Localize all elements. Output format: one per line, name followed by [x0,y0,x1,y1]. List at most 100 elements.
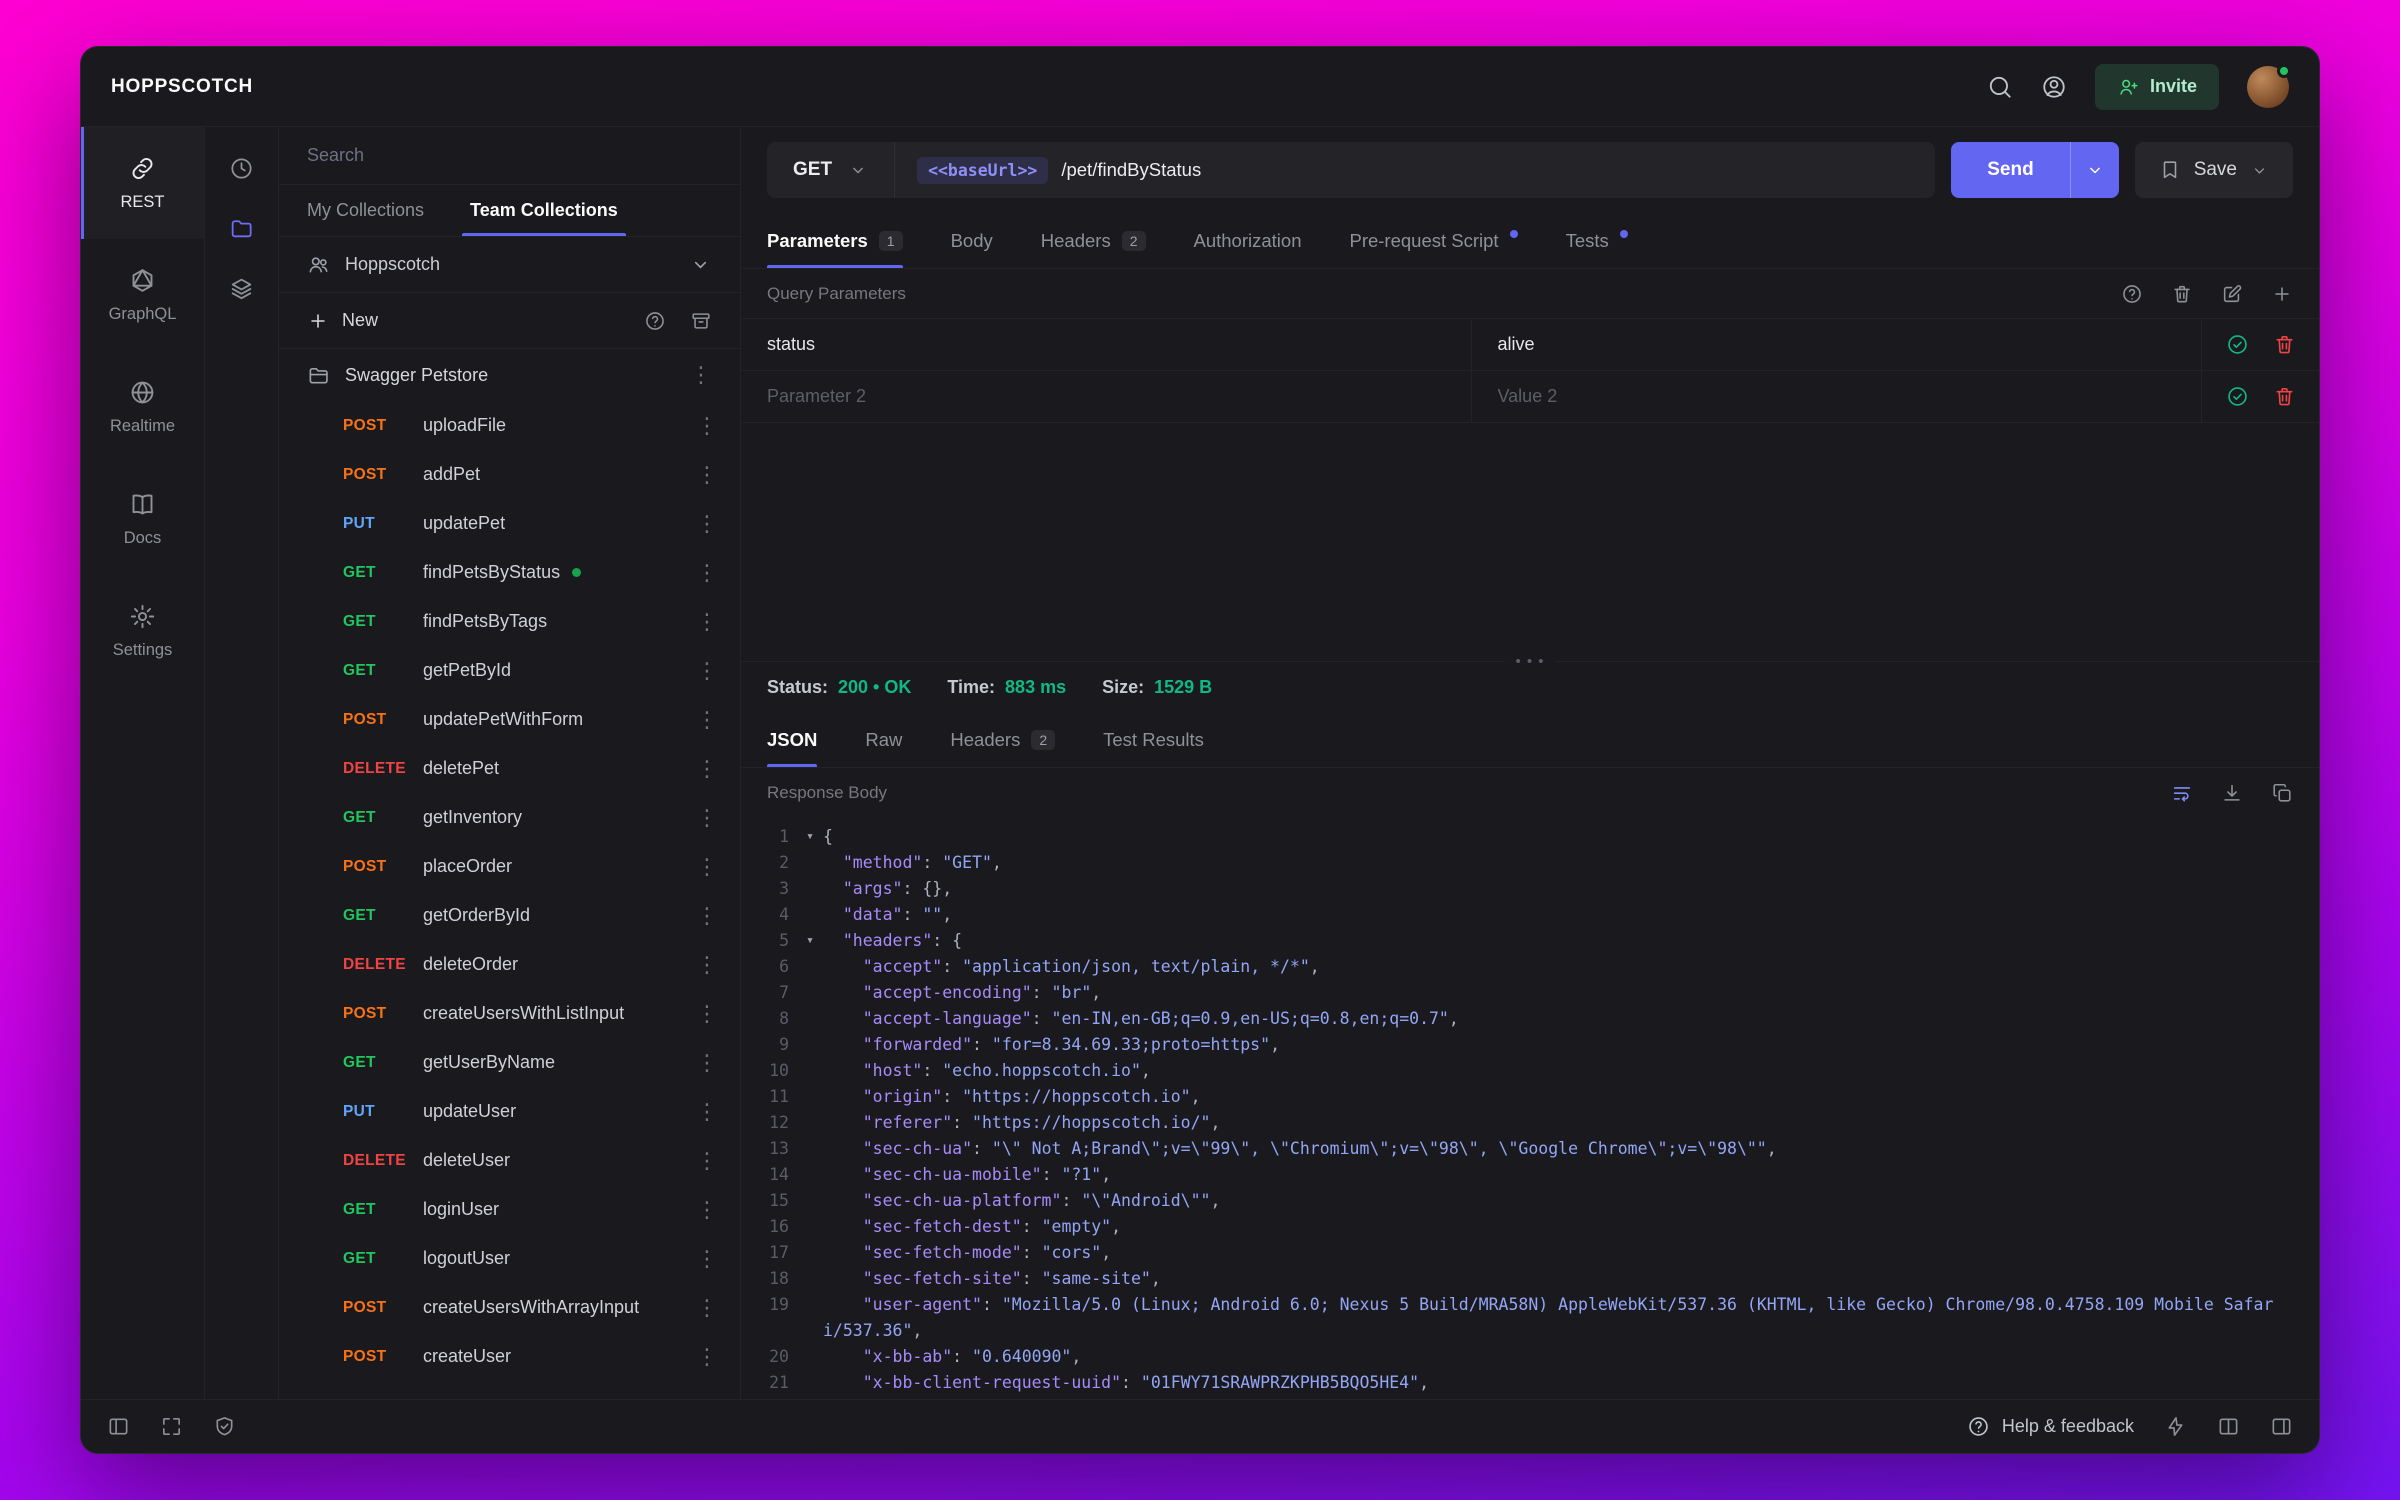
parameter-key-input[interactable] [767,334,1445,355]
request-item[interactable]: GET logoutUser [279,1234,740,1283]
expand-button[interactable] [160,1415,183,1438]
more-options-icon[interactable] [688,1346,726,1368]
more-options-icon[interactable] [682,364,720,386]
collection-folder[interactable]: Swagger Petstore [279,349,740,401]
invite-button[interactable]: Invite [2094,63,2219,110]
download-icon[interactable] [2221,782,2243,804]
base-url-chip[interactable]: <<baseUrl>> [917,156,1049,184]
request-item[interactable]: GET getUserByName [279,1038,740,1087]
delete-parameter-icon[interactable] [2273,385,2296,408]
more-options-icon[interactable] [688,1052,726,1074]
user-avatar[interactable] [2247,63,2291,108]
interceptor-button[interactable] [213,1415,236,1438]
toggle-parameter-icon[interactable] [2226,333,2249,356]
nav-item-docs[interactable]: Docs [81,463,204,575]
tab-raw[interactable]: Raw [865,712,902,767]
copy-icon[interactable] [2271,782,2293,804]
tab-my-collections[interactable]: My Collections [307,185,424,236]
layout-split-button[interactable] [2217,1415,2240,1438]
help-feedback-button[interactable]: Help & feedback [1967,1415,2134,1438]
send-options-button[interactable] [2069,142,2119,198]
request-item[interactable]: GET getPetById [279,646,740,695]
url-input[interactable]: <<baseUrl>> /pet/findByStatus [895,142,1935,198]
trash-icon[interactable] [2171,283,2193,305]
shortcuts-button[interactable] [2164,1415,2187,1438]
toggle-right-panel-button[interactable] [2270,1415,2293,1438]
request-item[interactable]: DELETE deleteOrder [279,940,740,989]
request-item[interactable]: POST createUsersWithArrayInput [279,1283,740,1332]
nav-item-realtime[interactable]: Realtime [81,351,204,463]
toggle-parameter-icon[interactable] [2226,385,2249,408]
team-selector[interactable]: Hoppscotch [279,237,740,293]
more-options-icon[interactable] [688,1199,726,1221]
more-options-icon[interactable] [688,758,726,780]
tab-parameters[interactable]: Parameters 1 [767,213,903,268]
more-options-icon[interactable] [688,905,726,927]
request-item[interactable]: POST createUser [279,1332,740,1381]
tab-tests[interactable]: Tests [1566,213,1628,268]
parameter-key-input[interactable] [767,386,1445,407]
new-collection-button[interactable]: New [307,310,378,332]
more-options-icon[interactable] [688,1003,726,1025]
response-code[interactable]: 1{2 "method": "GET",3 "args": {},4 "data… [741,818,2319,1399]
request-item[interactable]: GET findPetsByTags [279,597,740,646]
request-item[interactable]: GET getInventory [279,793,740,842]
tab-response-headers[interactable]: Headers 2 [950,712,1056,767]
request-item[interactable]: GET loginUser [279,1185,740,1234]
resizer-grip[interactable] [1505,654,1555,669]
search-button[interactable] [1987,74,2013,100]
more-options-icon[interactable] [688,1150,726,1172]
request-item[interactable]: POST createUsersWithListInput [279,989,740,1038]
tab-authorization[interactable]: Authorization [1194,213,1302,268]
request-item[interactable]: DELETE deletePet [279,744,740,793]
collection-folder-partial[interactable] [279,1381,740,1399]
account-button[interactable] [2041,74,2067,100]
request-item[interactable]: PUT updateUser [279,1087,740,1136]
tab-test-results[interactable]: Test Results [1103,712,1204,767]
more-options-icon[interactable] [688,611,726,633]
tab-body[interactable]: Body [951,213,993,268]
method-selector[interactable]: GET [767,142,896,198]
more-options-icon[interactable] [688,709,726,731]
help-circle-icon[interactable] [2121,283,2143,305]
nav-item-graphql[interactable]: GraphQL [81,239,204,351]
send-button[interactable]: Send [1951,142,2070,198]
save-button[interactable]: Save [2134,142,2293,198]
app-logo[interactable]: HOPPSCOTCH [111,76,253,98]
add-parameter-icon[interactable] [2271,283,2293,305]
more-options-icon[interactable] [688,856,726,878]
request-item[interactable]: POST updatePetWithForm [279,695,740,744]
more-options-icon[interactable] [688,1297,726,1319]
environments-tab[interactable] [218,263,266,313]
request-item[interactable]: POST uploadFile [279,401,740,450]
request-item[interactable]: GET findPetsByStatus [279,548,740,597]
more-options-icon[interactable] [688,660,726,682]
delete-parameter-icon[interactable] [2273,333,2296,356]
help-circle-icon[interactable] [644,310,666,332]
tab-headers[interactable]: Headers 2 [1041,213,1146,268]
collection-search-input[interactable] [307,145,712,166]
more-options-icon[interactable] [688,954,726,976]
nav-item-rest[interactable]: REST [81,127,204,239]
toggle-sidebar-button[interactable] [107,1415,130,1438]
parameter-value-input[interactable] [1497,386,2175,407]
request-item[interactable]: POST addPet [279,450,740,499]
collections-tab[interactable] [218,203,266,253]
tab-team-collections[interactable]: Team Collections [462,185,626,236]
more-options-icon[interactable] [688,1101,726,1123]
nav-item-settings[interactable]: Settings [81,575,204,687]
request-item[interactable]: DELETE deleteUser [279,1136,740,1185]
history-tab[interactable] [218,143,266,193]
wrap-lines-icon[interactable] [2171,782,2193,804]
request-item[interactable]: GET getOrderById [279,891,740,940]
archive-icon[interactable] [690,310,712,332]
more-options-icon[interactable] [688,807,726,829]
more-options-icon[interactable] [688,513,726,535]
pane-resizer[interactable] [741,654,2319,669]
more-options-icon[interactable] [688,464,726,486]
more-options-icon[interactable] [688,562,726,584]
tab-json[interactable]: JSON [767,712,818,767]
more-options-icon[interactable] [688,415,726,437]
more-options-icon[interactable] [688,1248,726,1270]
request-item[interactable]: POST placeOrder [279,842,740,891]
